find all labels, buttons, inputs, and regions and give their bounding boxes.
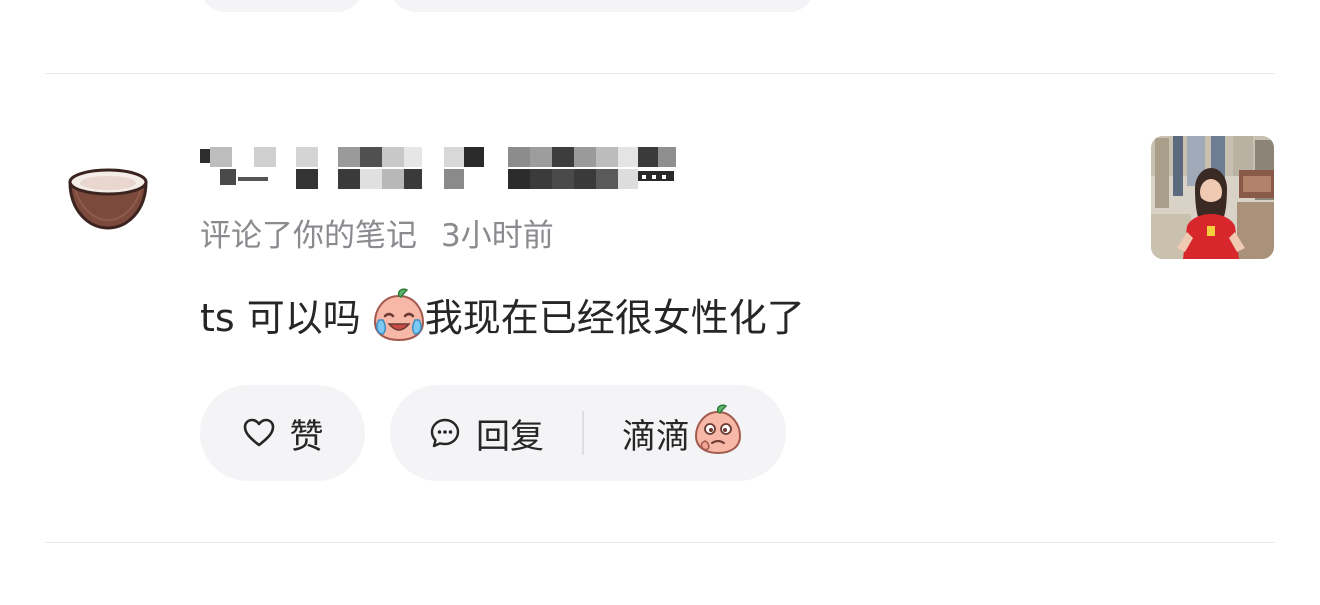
coconut-bowl-icon[interactable] [66,160,150,236]
comment-text[interactable]: ts 可以吗 我现在已经很女性化了 [200,288,805,346]
action-text: 评论了你的笔记 [200,218,417,254]
like-button[interactable]: 赞 [200,385,365,481]
comment-bubble-icon [430,418,460,448]
previous-like-pill[interactable] [200,0,363,12]
username-mosaic[interactable] [200,147,680,191]
reply-button[interactable]: 回复 [476,409,544,458]
note-cover-thumbnail[interactable] [1151,136,1274,259]
crying-laughing-peach-sticker-icon [373,288,424,342]
heart-icon [243,418,274,447]
comment-text-part-2: 我现在已经很女性化了 [424,296,805,340]
divider [45,73,1275,74]
quick-reply-button[interactable]: 滴滴 [622,409,690,458]
divider [45,542,1275,543]
previous-reply-pill[interactable] [390,0,815,12]
like-label: 赞 [289,416,324,457]
divider [582,411,584,455]
reply-pill[interactable]: 回复 滴滴 [390,385,786,481]
timestamp: 3小时前 [441,218,554,254]
notification-meta: 评论了你的笔记 3小时前 [200,214,554,258]
comment-text-part-1: ts 可以吗 [200,296,361,340]
peach-thinking-sticker-icon[interactable] [692,403,744,455]
